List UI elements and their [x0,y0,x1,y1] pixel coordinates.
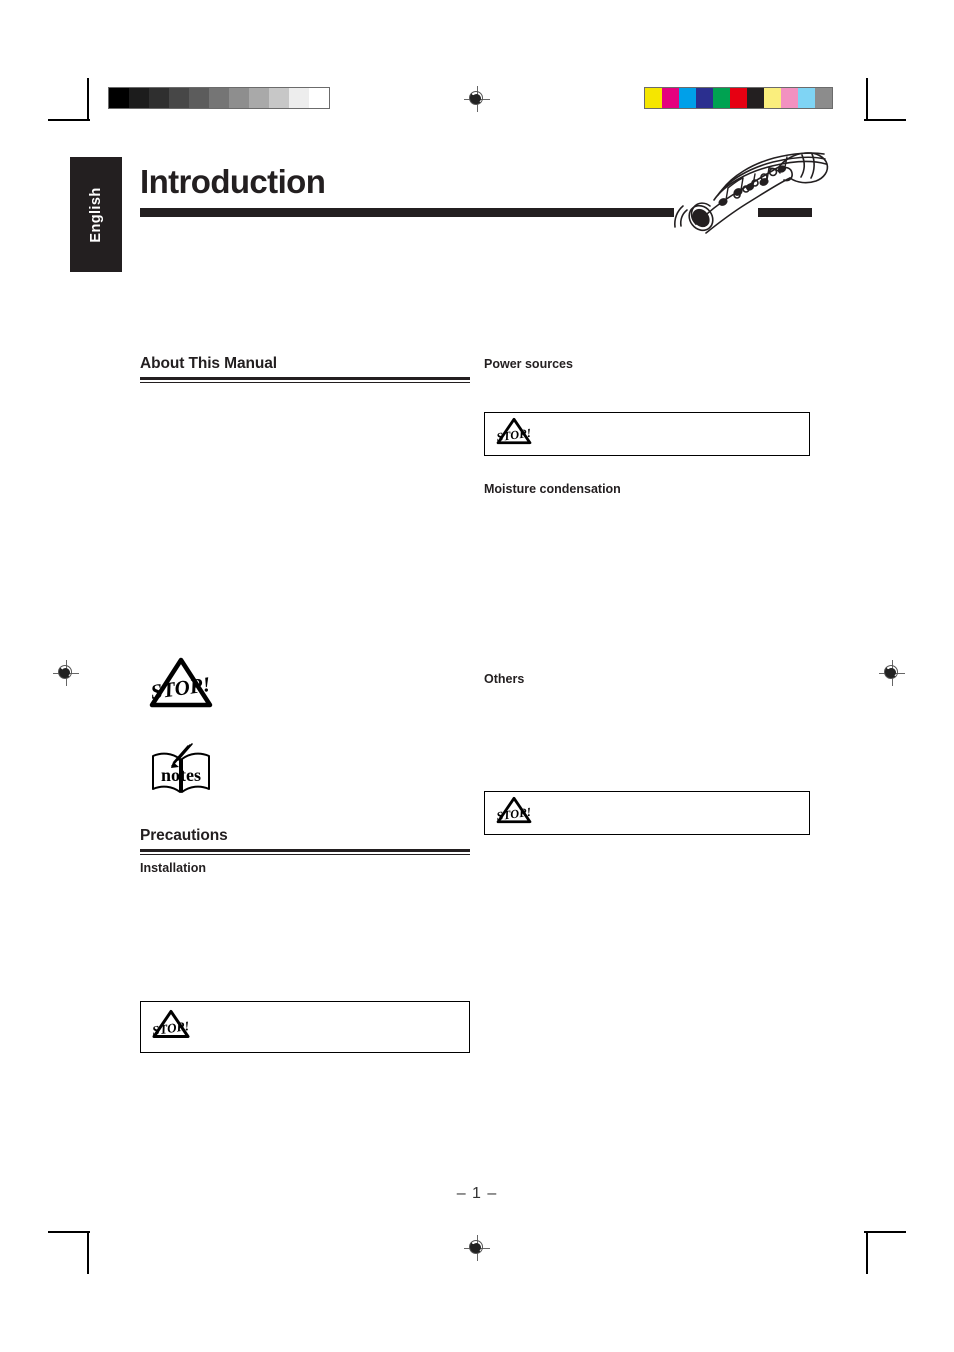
color-swatch-0 [645,88,662,108]
section-heading-about-this-manual: About This Manual [140,355,277,372]
process-color-control-bar [644,87,833,109]
page-number: – 1 – [456,1185,498,1202]
color-swatch-2 [679,88,696,108]
registration-target-bottom [464,1235,490,1261]
stop-icon: STOP! [495,417,533,452]
subheading-moisture-condensation: Moisture condensation [484,482,621,496]
notes-icon-legend: notes [148,740,214,798]
crop-mark-top-right-vertical [866,78,868,120]
crop-mark-bottom-left-horizontal [48,1231,90,1233]
grayscale-swatch-8 [269,88,289,108]
color-swatch-4 [713,88,730,108]
language-tab: English [70,157,122,272]
grayscale-swatch-10 [309,88,329,108]
stop-icon: STOP! [151,1009,191,1046]
manual-page: English Introduction About This Manual S… [0,0,954,1352]
crop-mark-bottom-right-vertical [866,1232,868,1274]
section-rule-about-this-manual [140,377,470,383]
subheading-power-sources: Power sources [484,357,573,371]
color-swatch-9 [798,88,815,108]
color-swatch-10 [815,88,832,108]
caution-box-power-sources: STOP! [484,412,810,456]
section-rule-precautions [140,849,470,855]
stop-icon-legend: STOP! [148,655,214,711]
section-about-this-manual: About This Manual [140,355,470,383]
grayscale-swatch-1 [129,88,149,108]
grayscale-swatch-4 [189,88,209,108]
language-tab-label: English [88,186,104,243]
registration-target-top [464,86,490,112]
registration-target-left [53,660,79,686]
registration-target-right [879,660,905,686]
crop-mark-top-right-horizontal [864,119,906,121]
color-swatch-6 [747,88,764,108]
color-swatch-7 [764,88,781,108]
stop-icon: STOP! [495,796,533,831]
section-heading-precautions: Precautions [140,827,228,844]
grayscale-step-wedge [108,87,330,109]
grayscale-swatch-2 [149,88,169,108]
svg-text:STOP!: STOP! [149,672,212,704]
grayscale-swatch-5 [209,88,229,108]
color-swatch-1 [662,88,679,108]
title-rule-left [140,208,674,217]
color-swatch-8 [781,88,798,108]
crop-mark-bottom-left-vertical [87,1232,89,1274]
crop-mark-top-left-vertical [87,78,89,120]
svg-text:notes: notes [161,765,201,785]
subheading-installation: Installation [140,861,206,875]
crop-mark-bottom-right-horizontal [864,1231,906,1233]
color-swatch-3 [696,88,713,108]
caution-box-others: STOP! [484,791,810,835]
color-swatch-5 [730,88,747,108]
left-column: About This Manual [140,355,470,383]
grayscale-swatch-9 [289,88,309,108]
grayscale-swatch-3 [169,88,189,108]
section-precautions: Precautions [140,827,470,855]
caution-box-installation: STOP! [140,1001,470,1053]
page-title: Introduction [140,163,326,200]
subheading-others: Others [484,672,525,686]
grayscale-swatch-7 [249,88,269,108]
crop-mark-top-left-horizontal [48,119,90,121]
grayscale-swatch-6 [229,88,249,108]
recorder-flute-illustration [660,138,832,238]
grayscale-swatch-0 [109,88,129,108]
